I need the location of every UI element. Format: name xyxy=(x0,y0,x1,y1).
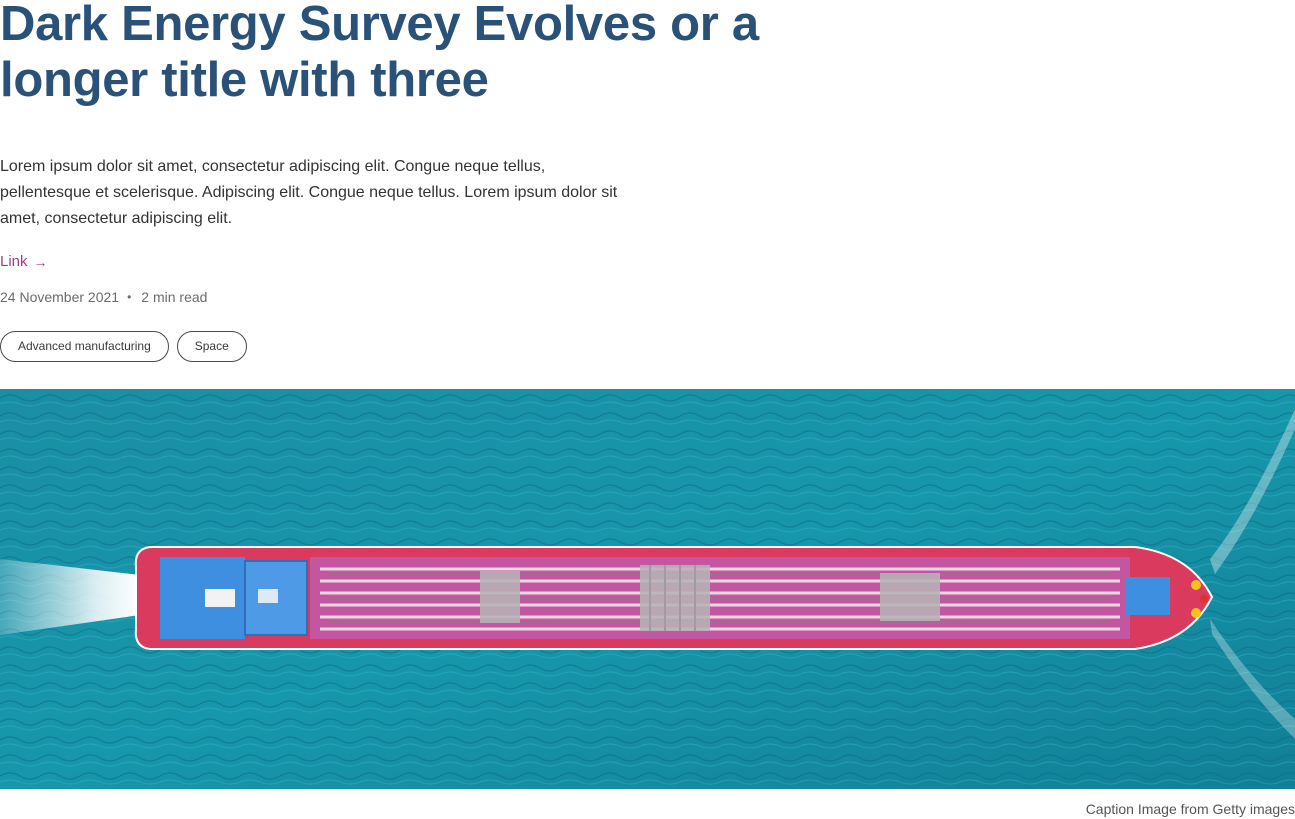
tag-advanced-manufacturing[interactable]: Advanced manufacturing xyxy=(0,331,169,362)
read-time: 2 min read xyxy=(141,289,208,305)
arrow-right-icon: → xyxy=(33,254,48,270)
article-meta: 24 November 2021 • 2 min read xyxy=(0,287,207,307)
tag-list: Advanced manufacturing Space xyxy=(0,331,247,362)
publish-date: 24 November 2021 xyxy=(0,289,120,305)
article-page: Dark Energy Survey Evolves or a longer t… xyxy=(0,0,1295,819)
article-link-label: Link xyxy=(0,253,28,270)
article-title: Dark Energy Survey Evolves or a longer t… xyxy=(0,0,759,107)
tag-space[interactable]: Space xyxy=(176,331,247,362)
article-summary: Lorem ipsum dolor sit amet, consectetur … xyxy=(0,158,618,227)
article-link[interactable]: Link → xyxy=(0,252,48,272)
meta-separator: • xyxy=(127,290,132,304)
image-caption: Caption Image from Getty images xyxy=(1085,801,1295,817)
hero-image xyxy=(0,389,1295,789)
tanker-ship-aerial-image xyxy=(0,389,1295,789)
